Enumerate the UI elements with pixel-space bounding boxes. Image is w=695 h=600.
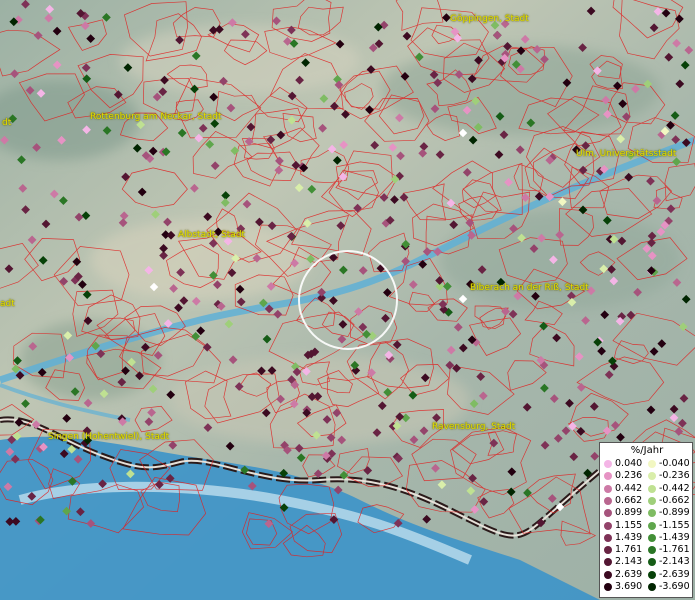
legend-swatch (604, 496, 612, 505)
legend-swatch (648, 460, 656, 468)
legend-swatch (648, 570, 656, 579)
legend-value: -0.442 (659, 482, 690, 494)
legend-entry: 0.899 (604, 507, 642, 519)
place-label-singen: Singen (Hohentwiel), Stadt (48, 432, 170, 442)
legend-entry: -1.155 (648, 520, 690, 532)
legend-value: -0.040 (659, 458, 690, 469)
legend-swatch (604, 521, 612, 530)
legend-value: 0.236 (615, 470, 643, 482)
legend-swatch (648, 472, 656, 481)
legend-swatch (604, 570, 612, 579)
legend-swatch (604, 472, 612, 481)
legend-entry: 0.040 (604, 458, 642, 470)
legend-value: 1.761 (615, 544, 643, 556)
legend-entry: 1.155 (604, 520, 642, 532)
legend-swatch (604, 583, 612, 591)
place-label-edge-1: dt (2, 118, 12, 128)
legend-swatch (648, 546, 656, 555)
legend-value: 0.442 (615, 482, 643, 494)
legend-entry: -3.690 (648, 581, 690, 593)
legend-title: %/Jahr (630, 445, 664, 456)
legend-value: -0.236 (659, 470, 690, 482)
legend-entry: 2.639 (604, 569, 642, 581)
legend-value: -1.155 (659, 519, 690, 531)
place-label-goeppingen: Göppingen, Stadt (450, 14, 529, 24)
legend-swatch (604, 558, 612, 567)
legend-entry: 1.439 (604, 532, 642, 544)
legend-entry: 0.236 (604, 470, 642, 482)
legend-value: 1.155 (615, 519, 643, 531)
legend-swatch (648, 484, 656, 493)
place-label-ulm: Ulm, Universitätsstadt (576, 149, 677, 159)
legend-entry: 3.690 (604, 581, 642, 593)
legend-entry: -0.236 (648, 470, 690, 482)
legend-swatch (604, 546, 612, 555)
legend-value: 3.690 (615, 581, 643, 592)
legend-entry: 0.662 (604, 495, 642, 507)
place-label-edge-2: adt (0, 299, 15, 309)
legend-swatch (604, 460, 612, 468)
place-label-rottenburg: Rottenburg am Neckar, Stadt (90, 112, 222, 122)
legend-value: 0.040 (615, 458, 643, 469)
legend-swatch (604, 484, 612, 493)
legend-value: 0.662 (615, 494, 643, 506)
legend-entry: -0.662 (648, 495, 690, 507)
legend-swatch (648, 496, 656, 505)
place-label-albstadt: Albstadt, Stadt (178, 230, 246, 240)
legend-value: -1.439 (659, 531, 690, 543)
legend-swatch (648, 533, 656, 542)
legend-swatch (648, 583, 656, 591)
legend-value: -2.143 (659, 556, 690, 568)
legend-value: 2.639 (615, 568, 643, 580)
legend-value: 0.899 (615, 507, 643, 519)
legend-value: -1.761 (659, 544, 690, 556)
place-label-ravensburg: Ravensburg, Stadt (432, 422, 516, 432)
legend-value: -0.899 (659, 507, 690, 519)
legend-value: -3.690 (659, 581, 690, 592)
legend-entry: -0.442 (648, 483, 690, 495)
legend-entry: -2.143 (648, 556, 690, 568)
legend-value: 1.439 (615, 531, 643, 543)
map-view[interactable]: Göppingen, Stadt Rottenburg am Neckar, S… (0, 0, 695, 600)
legend-swatch (604, 509, 612, 518)
legend-entry: -1.761 (648, 544, 690, 556)
legend-value: -2.639 (659, 568, 690, 580)
basemap (0, 0, 695, 600)
legend-entry: 1.761 (604, 544, 642, 556)
place-label-biberach: Biberach an der Riß, Stadt (470, 283, 589, 293)
legend-value: 2.143 (615, 556, 643, 568)
legend-entry: 2.143 (604, 556, 642, 568)
legend-entry: -2.639 (648, 569, 690, 581)
legend-entry: -0.040 (648, 458, 690, 470)
legend-swatch (648, 521, 656, 530)
legend-value: -0.662 (659, 494, 690, 506)
legend-entry: -0.899 (648, 507, 690, 519)
legend-swatch (648, 509, 656, 518)
legend-swatch (604, 533, 612, 542)
legend: %/Jahr 0.040 0.236 0.442 0.662 0.899 1.155 1.4… (599, 442, 693, 598)
legend-entry: -1.439 (648, 532, 690, 544)
legend-entry: 0.442 (604, 483, 642, 495)
legend-swatch (648, 558, 656, 567)
